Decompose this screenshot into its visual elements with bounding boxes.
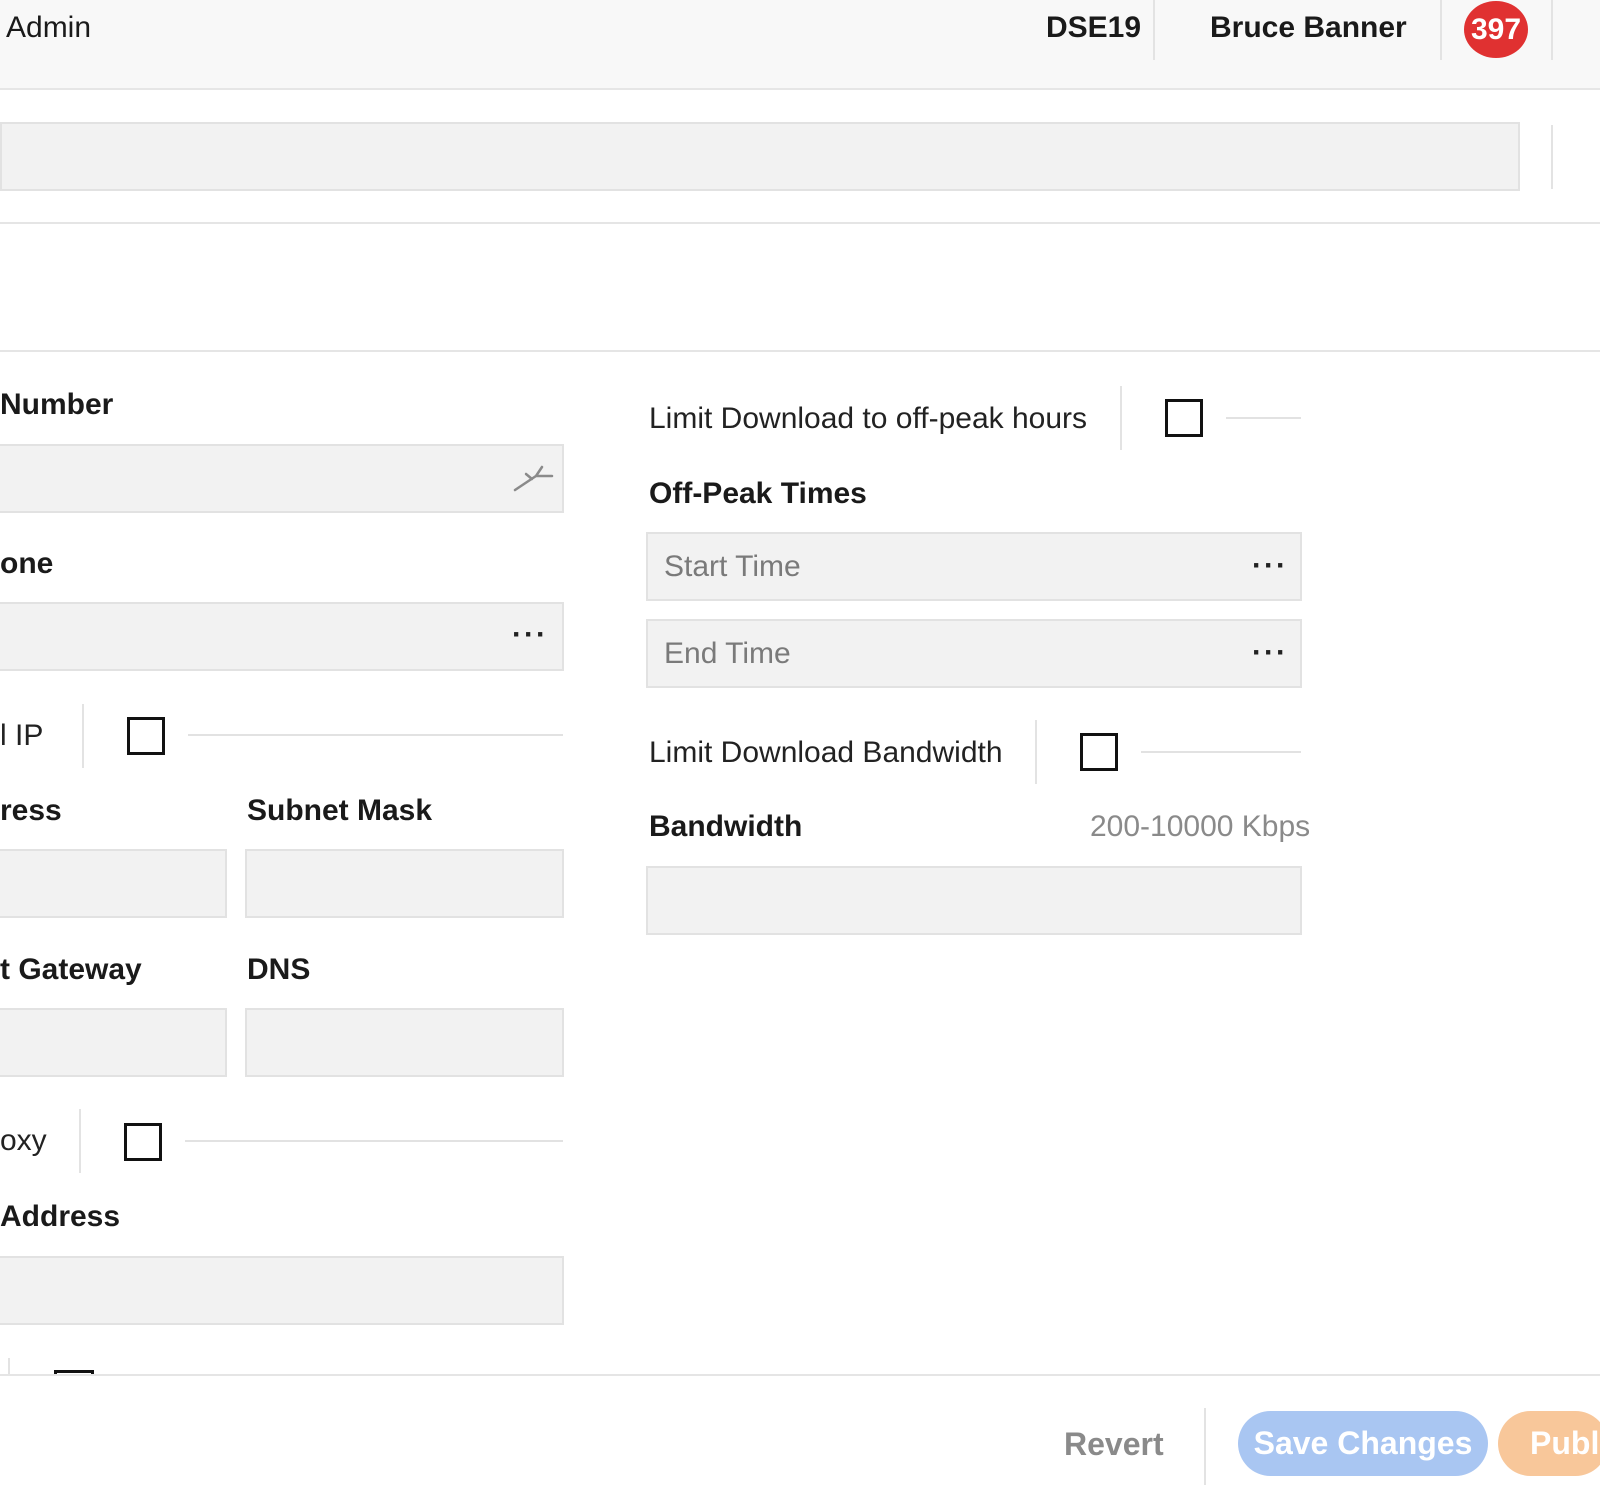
start-time-placeholder: Start Time <box>664 550 801 583</box>
search-input[interactable] <box>0 122 1520 191</box>
static-ip-checkbox[interactable] <box>127 717 165 755</box>
ip-address-input[interactable] <box>0 849 227 918</box>
field-divider <box>82 704 84 768</box>
footer-divider <box>1204 1408 1206 1485</box>
limit-offpeak-label: Limit Download to off-peak hours <box>649 402 1088 435</box>
notification-badge[interactable]: 397 <box>1464 1 1528 58</box>
limit-bandwidth-checkbox[interactable] <box>1080 733 1118 771</box>
static-ip-label: l IP <box>0 719 44 752</box>
field-divider <box>8 1358 10 1374</box>
field-divider <box>79 1109 81 1173</box>
proxy-address-input[interactable] <box>0 1256 564 1325</box>
end-time-placeholder: End Time <box>664 637 791 670</box>
proxy-address-label: Address <box>0 1200 121 1233</box>
footer-divider <box>0 1374 1600 1376</box>
save-changes-button[interactable]: Save Changes <box>1238 1411 1488 1476</box>
toggle-track <box>1226 417 1301 419</box>
number-label: Number <box>0 388 114 421</box>
site-code[interactable]: DSE19 <box>1046 8 1141 48</box>
zone-label: one <box>0 547 54 580</box>
header-divider <box>1551 0 1553 60</box>
bandwidth-range-hint: 200-10000 Kbps <box>1090 810 1311 843</box>
more-options-icon[interactable]: ··· <box>1252 638 1288 668</box>
user-name[interactable]: Bruce Banner <box>1210 8 1407 48</box>
more-options-icon[interactable]: ··· <box>512 620 548 650</box>
subnet-mask-input[interactable] <box>245 849 564 918</box>
app-title: Admin <box>6 11 92 44</box>
dns-label: DNS <box>247 953 311 986</box>
more-options-icon[interactable]: ··· <box>1252 551 1288 581</box>
proxy-checkbox[interactable] <box>124 1123 162 1161</box>
header-divider <box>1440 0 1442 60</box>
ip-address-label: ress <box>0 794 62 827</box>
wand-icon[interactable] <box>512 462 554 499</box>
toggle-track <box>1141 751 1301 753</box>
bandwidth-input[interactable] <box>646 866 1302 935</box>
revert-button[interactable]: Revert <box>1064 1423 1164 1465</box>
subnet-mask-label: Subnet Mask <box>247 794 433 827</box>
toggle-track <box>185 1140 563 1142</box>
number-input[interactable] <box>0 444 564 513</box>
limit-offpeak-checkbox[interactable] <box>1165 399 1203 437</box>
section-divider <box>0 350 1600 352</box>
field-divider <box>1120 386 1122 450</box>
field-divider <box>1035 720 1037 784</box>
proxy-label: oxy <box>0 1124 47 1157</box>
toolbar-divider <box>1551 125 1553 189</box>
gateway-input[interactable] <box>0 1008 227 1077</box>
offpeak-times-label: Off-Peak Times <box>649 477 867 510</box>
bandwidth-label: Bandwidth <box>649 810 803 843</box>
zone-input[interactable] <box>0 602 564 671</box>
section-divider <box>0 222 1600 224</box>
limit-bandwidth-label: Limit Download Bandwidth <box>649 736 1003 769</box>
gateway-label: t Gateway <box>0 953 142 986</box>
publish-button[interactable]: Publis <box>1498 1411 1600 1476</box>
header-divider <box>1153 0 1155 60</box>
dns-input[interactable] <box>245 1008 564 1077</box>
toggle-track <box>188 734 563 736</box>
